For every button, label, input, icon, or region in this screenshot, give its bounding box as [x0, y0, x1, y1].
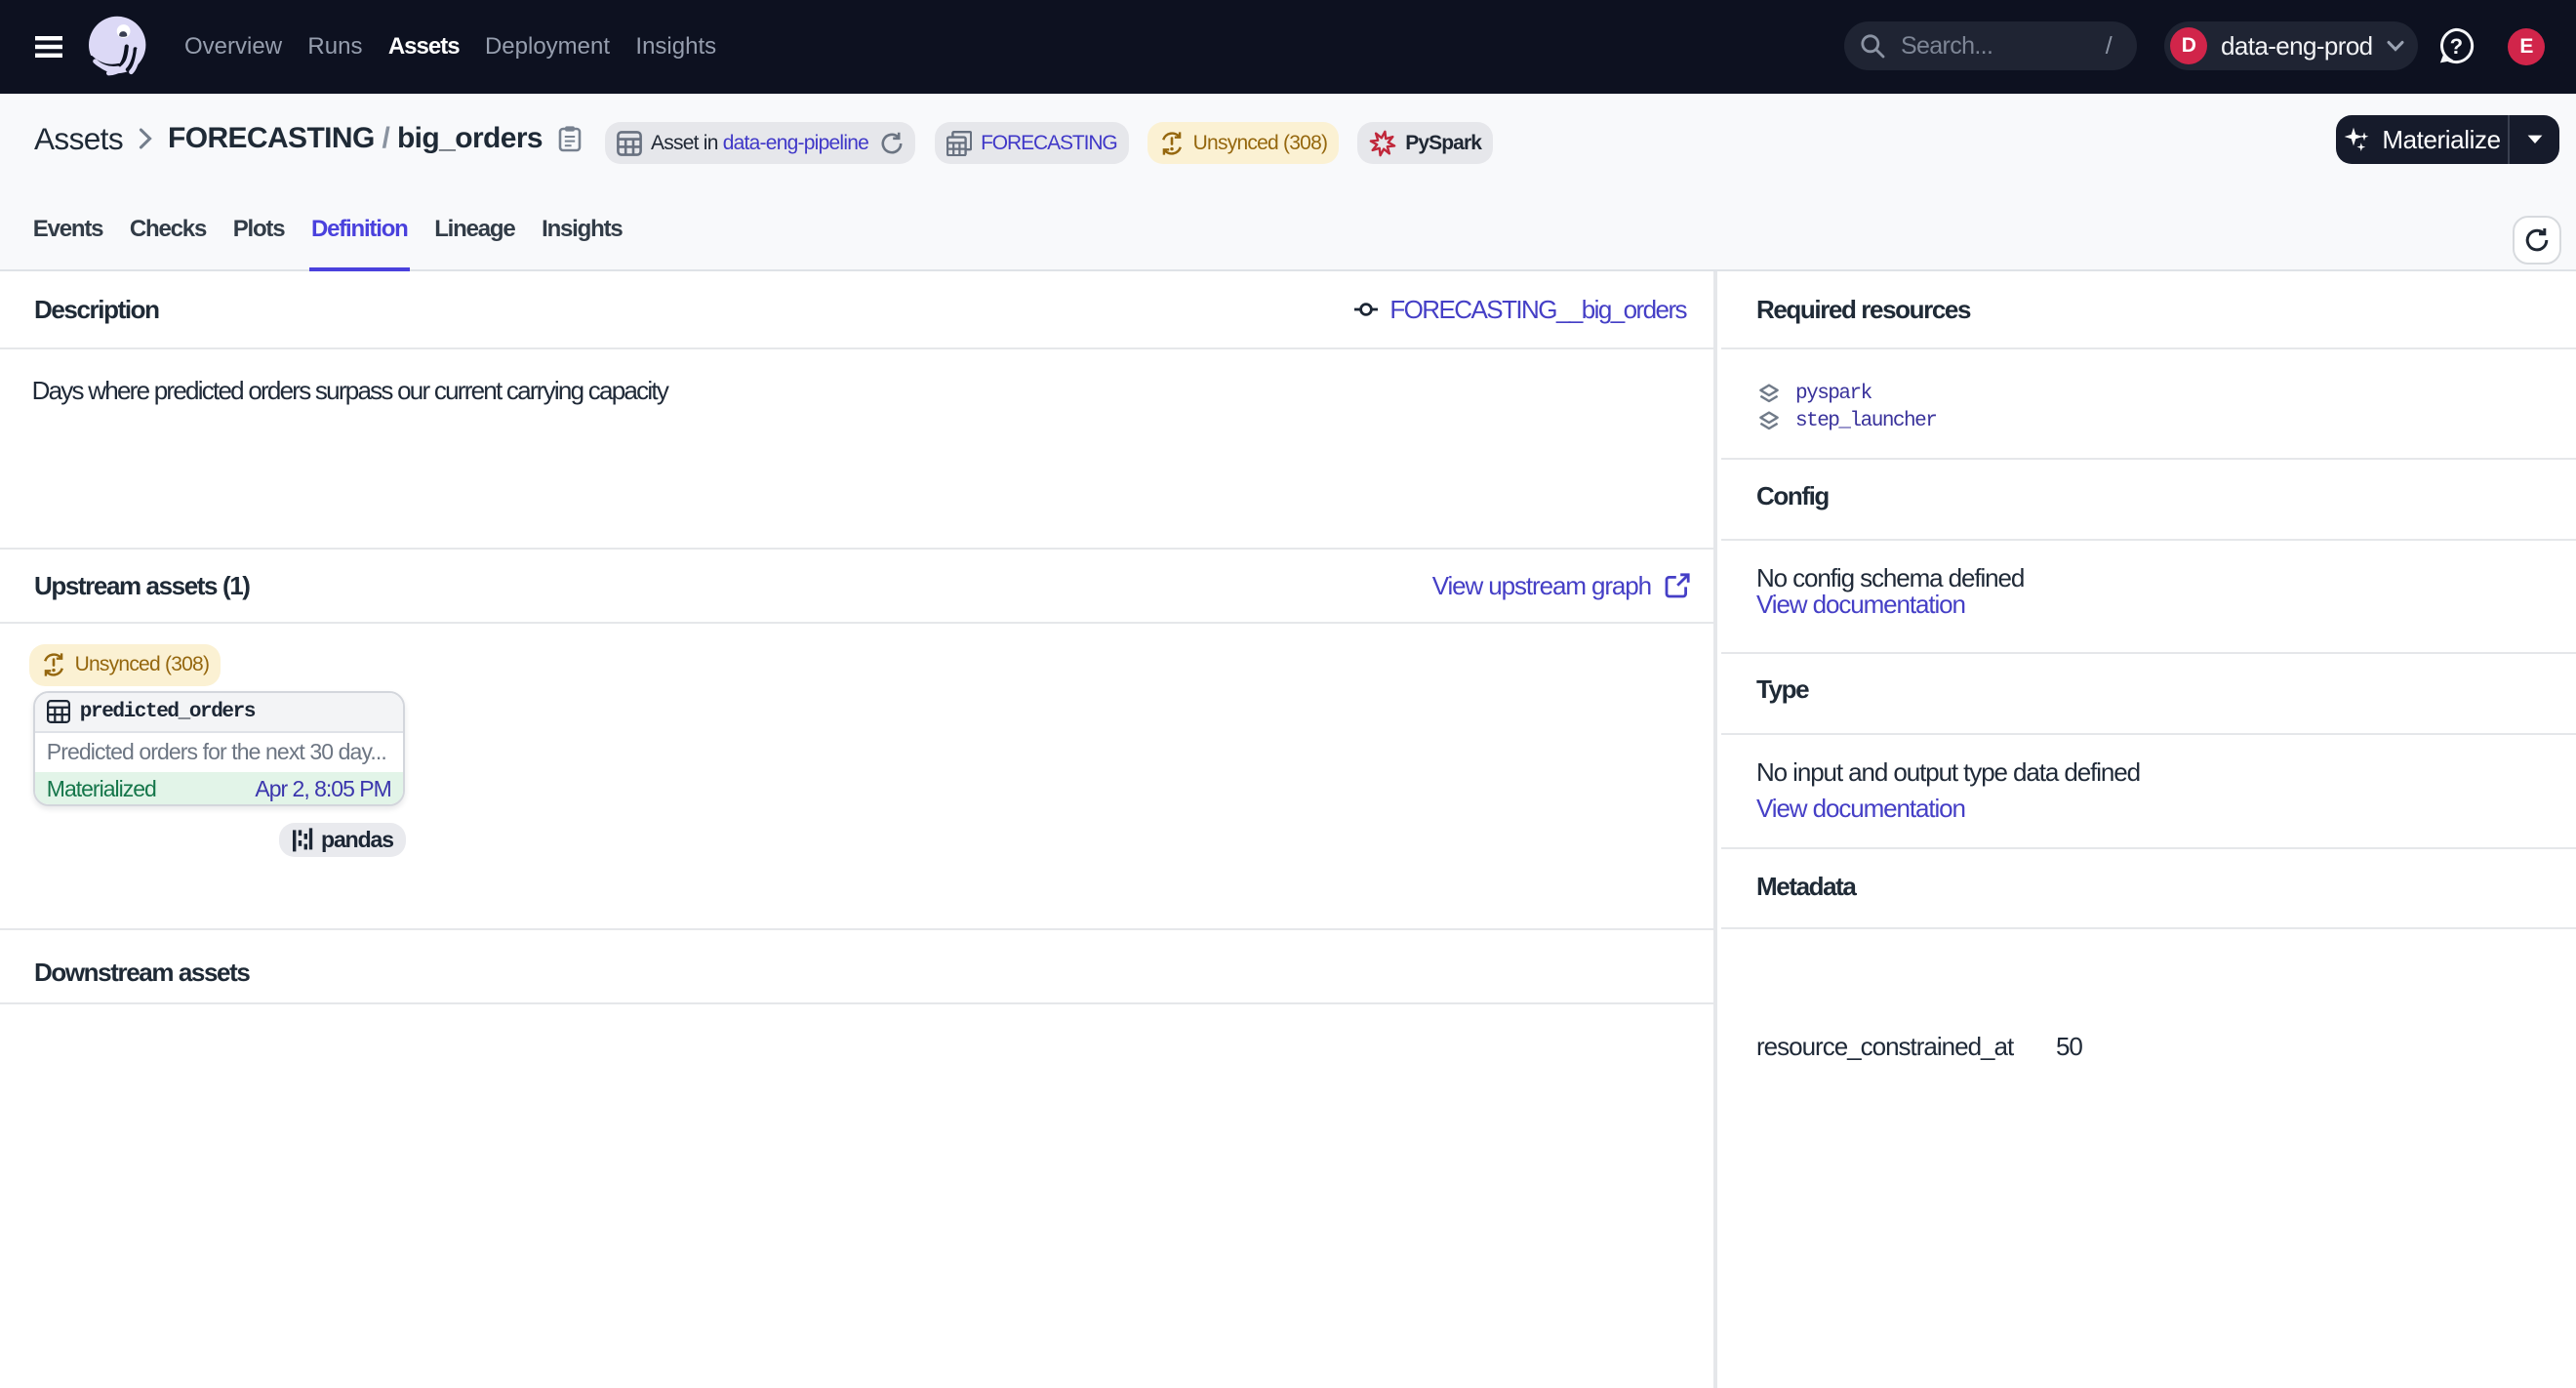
- svg-text:?: ?: [2450, 34, 2463, 59]
